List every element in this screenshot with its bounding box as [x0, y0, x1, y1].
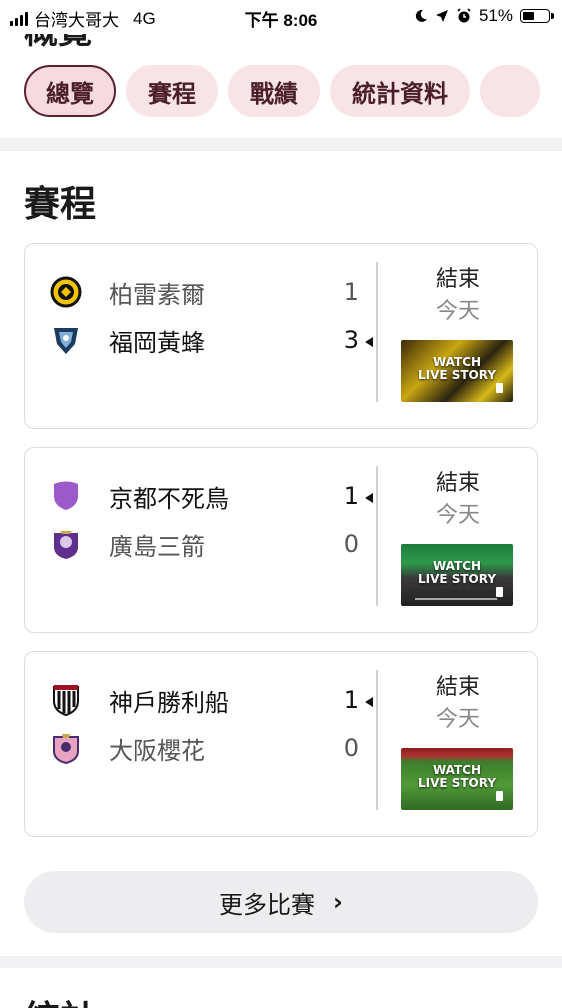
page-title: 概覽 — [24, 34, 92, 53]
next-section-partial: 統計 — [0, 968, 562, 1008]
match-day: 今天 — [435, 503, 480, 528]
match-card[interactable]: 柏雷素爾 1 福岡黃蜂 3 結束 今天 WATCH LIVE STORY — [24, 243, 538, 429]
alarm-icon — [457, 8, 471, 23]
moon-icon — [415, 9, 427, 22]
match-card[interactable]: 神戶勝利船 1 大阪櫻花 0 結束 今天 WATCH LIVE STORY — [24, 651, 538, 837]
section-title: 賽程 — [24, 184, 97, 225]
team-score: 1 — [343, 482, 359, 510]
team-name: 大阪櫻花 — [109, 736, 205, 765]
video-thumbnail[interactable]: WATCH LIVE STORY — [401, 544, 513, 606]
team-row-home: 柏雷素爾 1 — [49, 274, 379, 310]
team-score: 0 — [343, 734, 359, 762]
match-day: 今天 — [435, 299, 480, 324]
match-status: 結束 今天 — [377, 468, 539, 532]
tab-more-partial[interactable] — [480, 65, 540, 117]
cerezo-crest-icon — [49, 731, 83, 765]
winner-indicator-icon — [365, 697, 373, 707]
match-status-text: 結束 — [435, 267, 480, 292]
team-score: 1 — [343, 686, 359, 714]
match-status-text: 結束 — [435, 471, 480, 496]
team-score: 0 — [343, 530, 359, 558]
team-row-home: 京都不死鳥 1 — [49, 478, 379, 514]
fixtures-section: 賽程 柏雷素爾 1 福岡黃蜂 3 結束 今天 WATCHLIVE STORY — [0, 151, 562, 956]
team-name: 廣島三箭 — [109, 532, 205, 561]
video-label: WATCH LIVE STORY — [417, 763, 497, 790]
fukuoka-crest-icon — [49, 323, 83, 357]
status-bar: 台湾大哥大 4G 下午 8:06 51% — [0, 0, 562, 34]
tab-stats[interactable]: 統計資料 — [330, 65, 470, 117]
battery-percent: 51% — [478, 6, 513, 25]
video-progress-bar — [415, 598, 497, 600]
video-label: WATCH LIVE STORY — [417, 559, 497, 586]
hiroshima-crest-icon — [49, 527, 83, 561]
team-score: 3 — [343, 326, 359, 354]
more-matches-button[interactable]: 更多比賽 › — [24, 871, 538, 933]
kyoto-crest-icon — [49, 479, 83, 513]
match-status: 結束 今天 — [377, 672, 539, 736]
more-matches-label: 更多比賽 — [219, 890, 316, 919]
winner-indicator-icon — [365, 337, 373, 347]
match-day: 今天 — [435, 707, 480, 732]
team-row-away: 廣島三箭 0 — [49, 526, 379, 562]
chevron-right-icon: › — [333, 888, 343, 916]
team-row-away: 福岡黃蜂 3 — [49, 322, 379, 358]
battery-icon — [520, 9, 554, 23]
phone-icon — [496, 383, 503, 393]
tab-fixtures[interactable]: 賽程 — [126, 65, 218, 117]
battery-level-fill — [523, 12, 534, 20]
match-status: 結束 今天 — [377, 264, 539, 328]
team-score: 1 — [343, 278, 359, 306]
team-name: 神戶勝利船 — [109, 688, 229, 717]
kobe-crest-icon — [49, 683, 83, 717]
team-row-away: 大阪櫻花 0 — [49, 730, 379, 766]
team-row-home: 神戶勝利船 1 — [49, 682, 379, 718]
tab-results[interactable]: 戰績 — [228, 65, 320, 117]
overview-header: 概覽 總覽 賽程 戰績 統計資料 — [0, 34, 562, 138]
video-thumbnail[interactable]: WATCH LIVE STORY — [401, 340, 513, 402]
next-section-title-partial: 統計 — [24, 990, 96, 1008]
team-name: 柏雷素爾 — [109, 280, 205, 309]
video-thumbnail[interactable]: WATCH LIVE STORY — [401, 748, 513, 810]
status-right: 51% — [414, 6, 554, 26]
tab-overview[interactable]: 總覽 — [24, 65, 116, 117]
location-arrow-icon — [435, 10, 448, 22]
match-card[interactable]: 京都不死鳥 1 廣島三箭 0 結束 今天 WATCH LIVE STORY — [24, 447, 538, 633]
match-status-text: 結束 — [435, 675, 480, 700]
winner-indicator-icon — [365, 493, 373, 503]
tab-bar: 總覽 賽程 戰績 統計資料 — [24, 65, 540, 117]
phone-icon — [496, 791, 503, 801]
team-name: 京都不死鳥 — [109, 484, 229, 513]
team-name: 福岡黃蜂 — [109, 328, 205, 357]
phone-icon — [496, 587, 503, 597]
kashiwa-crest-icon — [49, 275, 83, 309]
video-label: WATCH LIVE STORY — [417, 355, 497, 382]
